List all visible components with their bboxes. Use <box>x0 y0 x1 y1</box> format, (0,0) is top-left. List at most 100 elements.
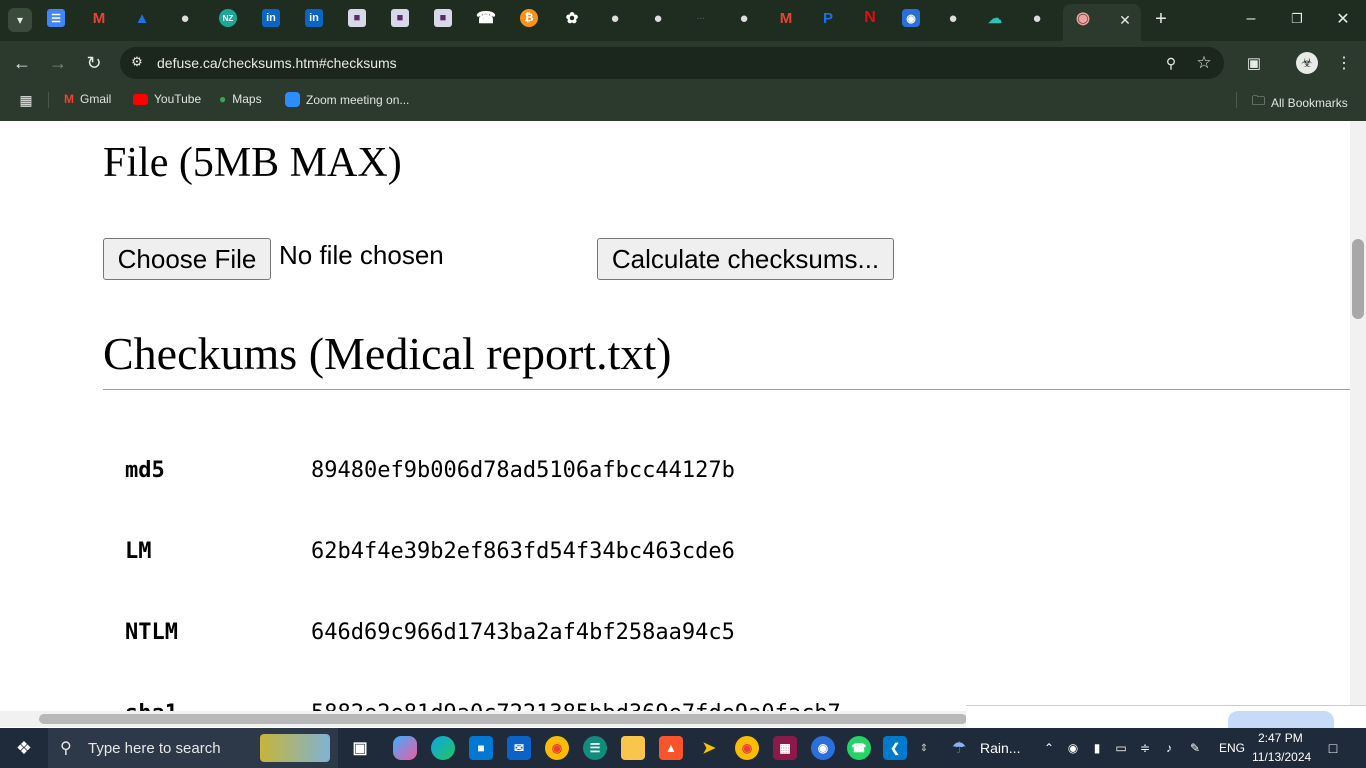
new-tab-icon[interactable]: + <box>1150 8 1172 30</box>
pen-icon[interactable]: ✎ <box>1186 738 1204 758</box>
site-info-icon[interactable]: ⚙ <box>127 52 147 72</box>
winrar-icon[interactable]: ▦ <box>773 736 797 760</box>
file-explorer-icon[interactable] <box>621 736 645 760</box>
maps-icon[interactable]: ▲ <box>133 9 151 27</box>
university-icon[interactable]: ■ <box>434 9 452 27</box>
bitcoin-icon[interactable]: ₿ <box>520 9 538 27</box>
file-heading: File (5MB MAX) <box>103 140 402 186</box>
store-icon[interactable]: ■ <box>469 736 493 760</box>
globe-icon[interactable]: ● <box>606 9 624 27</box>
forward-icon[interactable]: → <box>46 51 70 75</box>
bookmark-youtube[interactable]: YouTube <box>133 92 201 106</box>
back-icon[interactable]: ← <box>10 51 34 75</box>
university-icon[interactable]: ■ <box>391 9 409 27</box>
cloud-icon[interactable]: ☁ <box>986 9 1004 27</box>
taskbar-scroll-icon[interactable]: ⇕ <box>916 732 932 764</box>
nz-icon[interactable]: NZ <box>219 9 237 27</box>
battery-icon[interactable]: ▭ <box>1112 738 1130 758</box>
tab-search-button[interactable]: ▾ <box>8 8 32 32</box>
url-text[interactable]: defuse.ca/checksums.htm#checksums <box>157 55 397 71</box>
app-icon[interactable]: ☰ <box>583 736 607 760</box>
bookmark-label: Zoom meeting on... <box>306 92 410 107</box>
folder-icon: 🗀 <box>1252 93 1266 108</box>
edge-icon[interactable] <box>431 736 455 760</box>
wifi-icon[interactable]: ≑ <box>1136 738 1154 758</box>
extensions-icon[interactable]: ▣ <box>1243 52 1265 74</box>
vertical-scrollbar[interactable] <box>1350 121 1366 711</box>
globe-icon[interactable]: ● <box>649 9 667 27</box>
page-content: File (5MB MAX) Choose File No file chose… <box>0 121 1350 711</box>
browser-icon[interactable]: ◉ <box>902 9 920 27</box>
gmail-icon[interactable]: M <box>90 9 108 27</box>
taskbar-search[interactable]: ⚲ Type here to search <box>48 728 338 768</box>
close-window-icon[interactable]: ✕ <box>1332 8 1354 30</box>
clock-date[interactable]: 11/13/2024 <box>1252 750 1311 764</box>
volume-icon[interactable]: ♪ <box>1160 738 1178 758</box>
camera-icon[interactable]: ◉ <box>1064 738 1082 758</box>
search-highlight-icon <box>260 734 330 762</box>
bookmark-zoom[interactable]: Zoom meeting on... <box>285 92 409 107</box>
paypal-icon[interactable]: P <box>819 9 837 27</box>
university-icon[interactable]: ■ <box>348 9 366 27</box>
globe-icon[interactable]: ● <box>735 9 753 27</box>
search-placeholder: Type here to search <box>88 740 221 757</box>
brave-icon[interactable]: ▲ <box>659 736 683 760</box>
browser-icon[interactable]: ◉ <box>811 736 835 760</box>
minimize-icon[interactable]: – <box>1240 8 1262 30</box>
calculate-checksums-button[interactable]: Calculate checksums... <box>597 238 894 280</box>
gmail-icon[interactable]: M <box>777 9 795 27</box>
show-hidden-icons[interactable]: ⌃ <box>1040 738 1058 758</box>
globe-icon[interactable]: ● <box>176 9 194 27</box>
blank-icon[interactable]: ··· <box>692 9 710 27</box>
record-icon[interactable]: ◉ <box>1074 9 1092 27</box>
zoom-icon[interactable]: ⚲ <box>1160 52 1182 74</box>
microphone-icon[interactable]: ▮ <box>1088 738 1106 758</box>
weather-icon[interactable]: ☂ <box>946 736 972 760</box>
bookmark-gmail[interactable]: M Gmail <box>64 92 111 106</box>
chatgpt-icon[interactable]: ✿ <box>563 9 581 27</box>
clock-time[interactable]: 2:47 PM <box>1258 731 1303 745</box>
whatsapp-icon[interactable]: ☎ <box>476 9 496 27</box>
checksum-label-sha1: sha1 <box>125 701 178 711</box>
menu-icon[interactable]: ⋮ <box>1334 52 1354 74</box>
language-indicator[interactable]: ENG <box>1219 741 1245 755</box>
choose-file-button[interactable]: Choose File <box>103 238 271 280</box>
globe-icon[interactable]: ● <box>944 9 962 27</box>
notification-center-icon[interactable]: □ <box>1322 738 1344 758</box>
bookmark-star-icon[interactable]: ☆ <box>1193 52 1215 74</box>
linkedin-icon[interactable]: in <box>262 9 280 27</box>
checksum-label-md5: md5 <box>125 458 165 483</box>
linkedin-icon[interactable]: in <box>305 9 323 27</box>
checksum-value-lm: 62b4f4e39b2ef863fd54f34bc463cde6 <box>311 539 735 564</box>
close-tab-icon[interactable]: ✕ <box>1115 10 1135 30</box>
vertical-scroll-thumb[interactable] <box>1352 239 1364 319</box>
bookmark-divider <box>48 92 49 108</box>
mail-icon[interactable]: ✉ <box>507 736 531 760</box>
vscode-icon[interactable]: ❮ <box>883 736 907 760</box>
whatsapp-icon[interactable]: ☎ <box>847 736 871 760</box>
maps-pin-icon: ● <box>219 92 227 106</box>
chrome-icon[interactable]: ◉ <box>735 736 759 760</box>
gmail-icon: M <box>64 92 74 106</box>
all-bookmarks[interactable]: 🗀 All Bookmarks <box>1252 92 1348 114</box>
checksum-label-lm: LM <box>125 539 152 564</box>
bookmark-label: Gmail <box>80 92 112 106</box>
chrome-icon[interactable]: ◉ <box>545 736 569 760</box>
weather-text[interactable]: Rain... <box>980 740 1020 756</box>
profile-avatar[interactable]: ☣ <box>1296 52 1318 74</box>
bookmark-maps[interactable]: ● Maps <box>219 92 262 106</box>
horizontal-scroll-thumb[interactable] <box>39 714 967 724</box>
docs-icon[interactable]: ☰ <box>47 9 65 27</box>
copilot-icon[interactable] <box>393 736 417 760</box>
restore-icon[interactable]: ❐ <box>1286 8 1308 30</box>
apps-grid-icon[interactable]: ▦ <box>16 90 36 110</box>
reload-icon[interactable]: ↻ <box>82 51 106 75</box>
youtube-icon <box>133 93 148 105</box>
checksum-value-md5: 89480ef9b006d78ad5106afbcc44127b <box>311 458 735 483</box>
globe-icon[interactable]: ● <box>1028 9 1046 27</box>
app-icon[interactable]: ➤ <box>697 736 721 760</box>
bookmark-label: Maps <box>232 92 262 106</box>
task-view-icon[interactable]: ▣ <box>348 736 372 760</box>
windows-start-icon[interactable]: ❖ <box>12 736 36 760</box>
netflix-icon[interactable]: N <box>861 9 879 27</box>
